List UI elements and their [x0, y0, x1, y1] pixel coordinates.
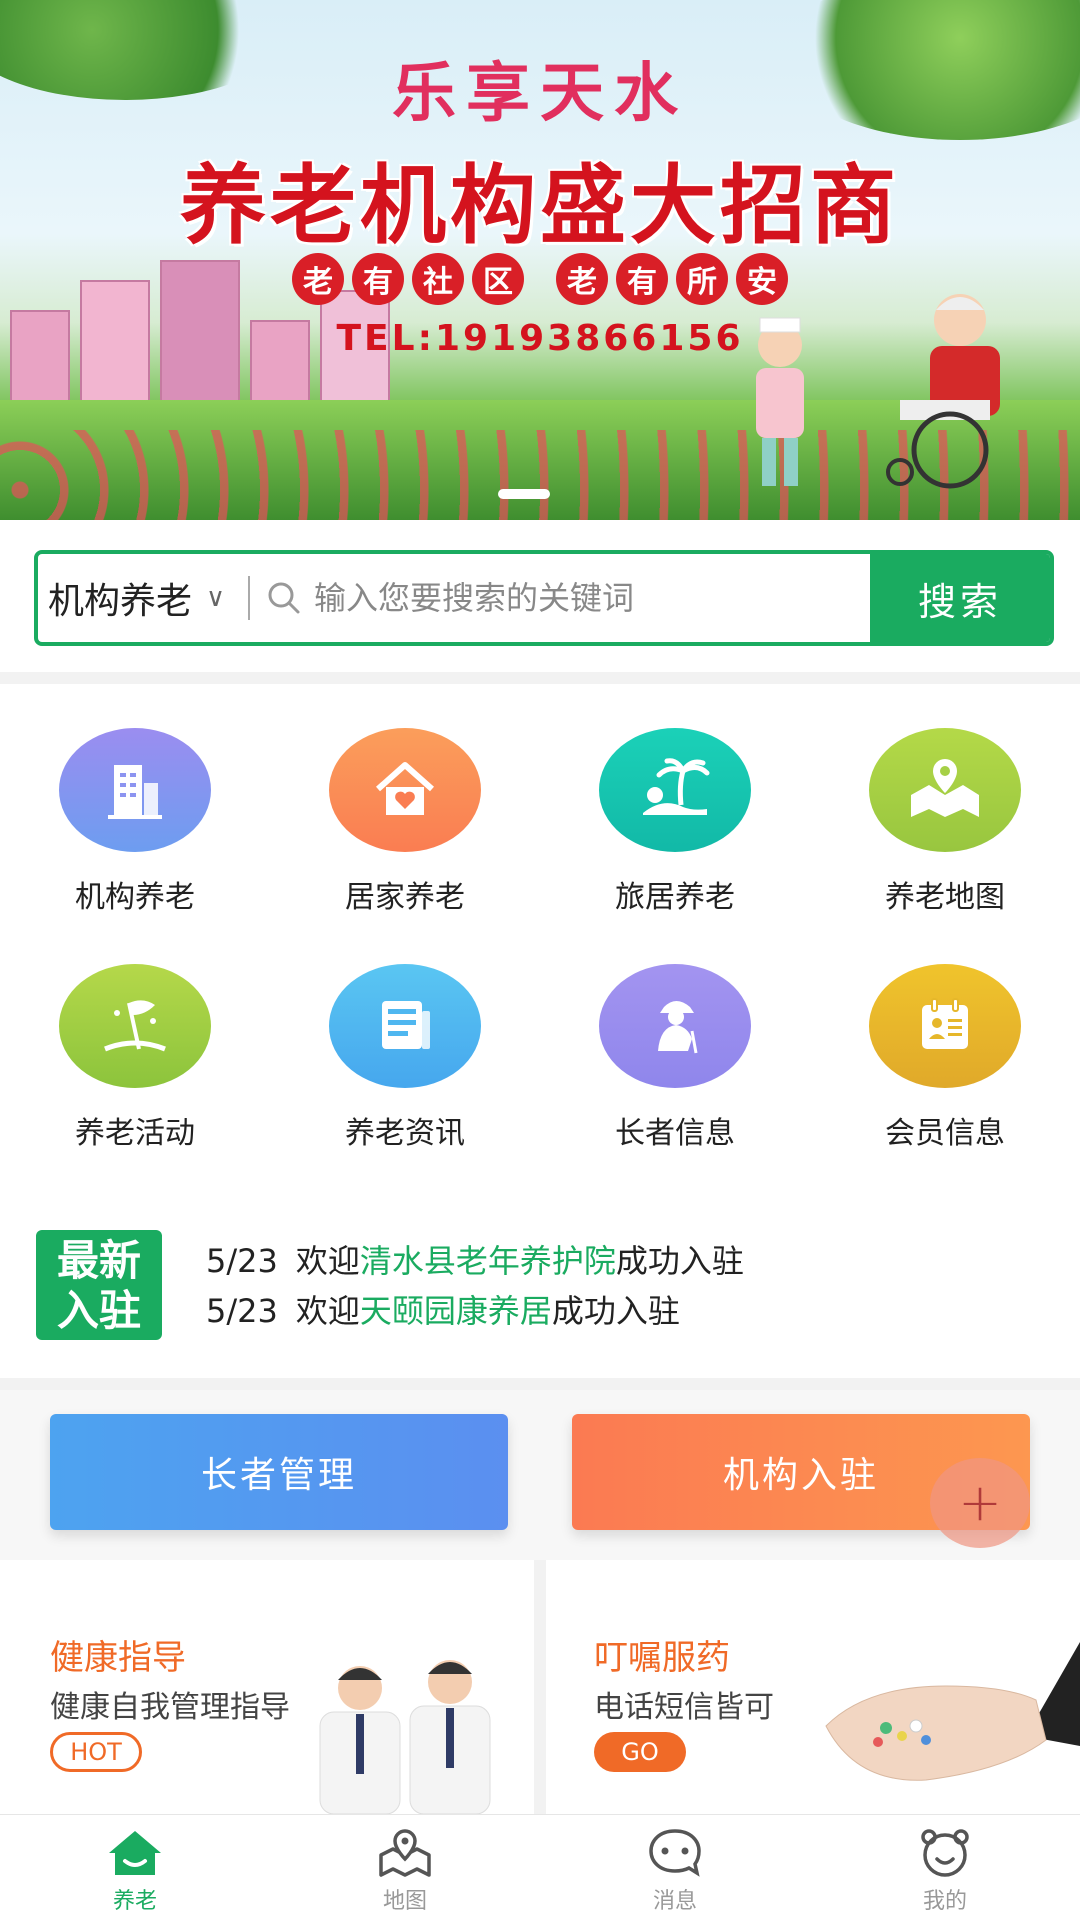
home-icon	[109, 1831, 161, 1875]
elder-wheelchair-illustration	[886, 294, 1000, 489]
search-icon	[268, 582, 300, 614]
member-card-icon	[869, 964, 1021, 1088]
service-item-elder[interactable]: 长者信息	[540, 964, 810, 1200]
service-item-member[interactable]: 会员信息	[810, 964, 1080, 1200]
banner-tag: 所	[676, 253, 728, 305]
tab-profile[interactable]: 我的	[810, 1815, 1080, 1920]
banner-tag: 安	[736, 253, 788, 305]
service-label: 旅居养老	[615, 880, 735, 915]
message-icon	[649, 1829, 701, 1877]
banner-tag: 有	[352, 253, 404, 305]
service-label: 居家养老	[345, 880, 465, 915]
tab-label: 我的	[922, 1889, 967, 1914]
service-grid: 机构养老 居家养老 旅居养老 养老地图 养老活动 养老资讯 长者信息 会员信息	[0, 684, 1080, 1188]
search-input[interactable]	[314, 579, 870, 617]
banner-tag: 老	[292, 253, 344, 305]
service-item-map[interactable]: 养老地图	[810, 728, 1080, 964]
hot-badge: HOT	[50, 1732, 142, 1772]
elder-icon	[599, 964, 751, 1088]
profile-icon	[921, 1829, 969, 1877]
news-item[interactable]: 5/23 欢迎清水县老年养护院成功入驻	[206, 1236, 744, 1282]
news-date: 5/23	[206, 1242, 278, 1280]
card-title: 叮嘱服药	[594, 1638, 730, 1678]
hand-pills-illustration	[825, 1642, 1080, 1781]
service-item-home[interactable]: 居家养老	[270, 728, 540, 964]
news-org-name: 清水县老年养护院	[359, 1242, 616, 1280]
home-heart-icon	[329, 728, 481, 852]
banner-title: 乐享天水	[392, 57, 688, 131]
tab-label: 消息	[652, 1889, 697, 1914]
map-pin-icon	[869, 728, 1021, 852]
doctors-illustration	[319, 1660, 491, 1814]
chevron-down-icon: ∨	[206, 583, 226, 613]
service-label: 会员信息	[885, 1116, 1005, 1151]
search-divider	[248, 576, 250, 620]
nurse-illustration	[756, 317, 804, 486]
elder-management-button[interactable]: 长者管理	[50, 1414, 508, 1530]
promo-banner[interactable]: 乐享天水 养老机构盛大招商 老 有 社 区 老 有 所 安 TEL:191938…	[0, 0, 1080, 520]
health-guide-card[interactable]: 健康指导 健康自我管理指导 HOT	[0, 1560, 534, 1814]
service-item-news[interactable]: 养老资讯	[270, 964, 540, 1200]
card-subtitle: 健康自我管理指导	[50, 1690, 290, 1725]
banner-headline: 养老机构盛大招商	[180, 156, 900, 256]
service-label: 养老地图	[885, 880, 1005, 915]
bottom-tab-bar: 养老 地图 消息 我的	[0, 1814, 1080, 1920]
news-org-name: 天颐园康养居	[359, 1292, 552, 1330]
banner-tag: 老	[556, 253, 608, 305]
medicine-reminder-card[interactable]: 叮嘱服药 电话短信皆可 GO	[546, 1560, 1080, 1814]
add-fab-button[interactable]: +	[930, 1458, 1030, 1548]
service-label: 养老资讯	[345, 1116, 465, 1151]
latest-join-badge: 最新 入驻	[36, 1230, 162, 1340]
search-section: 机构养老 ∨ 搜索	[0, 520, 1080, 672]
service-item-activity[interactable]: 养老活动	[0, 964, 270, 1200]
banner-tag: 社	[412, 253, 464, 305]
tab-label: 养老	[112, 1889, 157, 1914]
feature-cards: 健康指导 健康自我管理指导 HOT 叮嘱服药 电话短信皆可 GO	[0, 1560, 1080, 1814]
banner-tag: 区	[472, 253, 524, 305]
tab-map[interactable]: 地图	[270, 1815, 540, 1920]
search-button[interactable]: 搜索	[870, 554, 1050, 642]
carousel-indicator[interactable]	[498, 489, 550, 499]
search-category-select[interactable]: 机构养老 ∨	[38, 554, 248, 642]
news-date: 5/23	[206, 1292, 278, 1330]
service-label: 机构养老	[75, 880, 195, 915]
tab-messages[interactable]: 消息	[540, 1815, 810, 1920]
palm-island-icon	[599, 728, 751, 852]
search-category-label: 机构养老	[48, 581, 193, 622]
newspaper-icon	[329, 964, 481, 1088]
service-label: 长者信息	[615, 1116, 735, 1151]
flag-icon	[59, 964, 211, 1088]
tab-label: 地图	[382, 1889, 427, 1914]
building-icon	[59, 728, 211, 852]
service-item-institution[interactable]: 机构养老	[0, 728, 270, 964]
latest-join-section: 最新 入驻 5/23 欢迎清水县老年养护院成功入驻 5/23 欢迎天颐园康养居成功入…	[0, 1188, 1080, 1378]
service-item-travel[interactable]: 旅居养老	[540, 728, 810, 964]
go-badge: GO	[594, 1732, 686, 1772]
map-icon	[379, 1829, 431, 1877]
banner-tag: 有	[616, 253, 668, 305]
card-title: 健康指导	[50, 1638, 186, 1678]
news-item[interactable]: 5/23 欢迎天颐园康养居成功入驻	[206, 1286, 680, 1332]
tab-home[interactable]: 养老	[0, 1815, 270, 1920]
search-bar: 机构养老 ∨ 搜索	[34, 550, 1054, 646]
action-buttons: 长者管理 机构入驻	[0, 1390, 1080, 1560]
card-subtitle: 电话短信皆可	[594, 1690, 774, 1725]
service-label: 养老活动	[75, 1116, 195, 1151]
